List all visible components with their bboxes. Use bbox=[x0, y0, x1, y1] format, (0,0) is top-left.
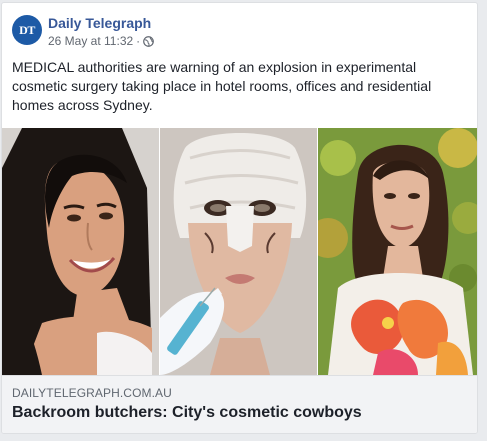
post-timestamp[interactable]: 26 May at 11:32 bbox=[48, 34, 133, 48]
photo-bandaged-face bbox=[160, 128, 317, 375]
link-headline[interactable]: Backroom butchers: City's cosmetic cowbo… bbox=[12, 404, 362, 422]
photo-smiling-woman bbox=[2, 128, 159, 375]
meta-separator: · bbox=[136, 34, 141, 48]
link-preview-image[interactable] bbox=[2, 128, 477, 375]
photo-woman-floral-dress bbox=[318, 128, 477, 375]
post-message: MEDICAL authorities are warning of an ex… bbox=[12, 59, 432, 113]
post-header: DT Daily Telegraph 26 May at 11:32 · bbox=[2, 3, 477, 53]
link-preview-footer[interactable]: DAILYTELEGRAPH.COM.AU Backroom butchers:… bbox=[2, 375, 477, 433]
link-domain: DAILYTELEGRAPH.COM.AU bbox=[12, 386, 172, 400]
page-avatar[interactable]: DT bbox=[12, 15, 42, 45]
page-name-link[interactable]: Daily Telegraph bbox=[48, 15, 151, 31]
facebook-post: DT Daily Telegraph 26 May at 11:32 · MED… bbox=[1, 2, 478, 434]
globe-icon[interactable] bbox=[143, 35, 155, 47]
post-meta: 26 May at 11:32 · bbox=[48, 34, 155, 48]
